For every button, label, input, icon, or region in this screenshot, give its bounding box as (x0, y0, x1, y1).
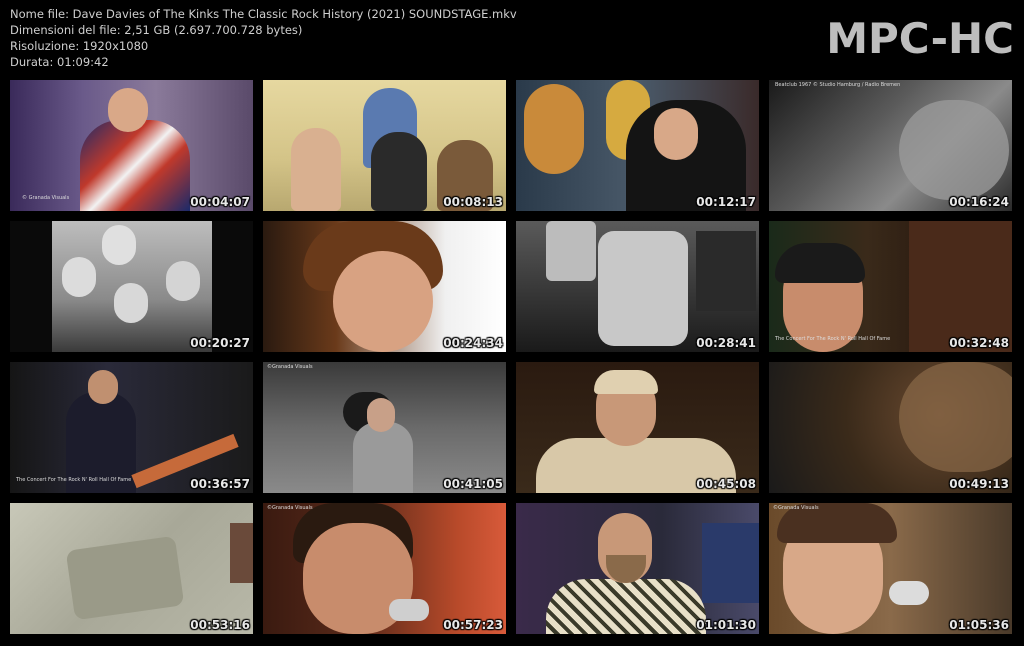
thumbnail-6[interactable]: 00:24:34 (263, 221, 506, 352)
thumbnail-overlay-text: Beatclub 1967 © Studio Hamburg / Radio B… (775, 82, 901, 88)
band-member (371, 132, 427, 211)
thumbnail-5[interactable]: 00:20:27 (10, 221, 253, 352)
thumbnail-timestamp: 00:08:13 (443, 195, 503, 209)
cymbal-close-up (899, 362, 1012, 472)
file-size-line: Dimensioni del file: 2,51 GB (2.697.700.… (10, 23, 303, 37)
thumbnail-timestamp: 00:24:34 (443, 336, 503, 350)
close-up-face (333, 251, 433, 352)
drum-stand (696, 231, 756, 311)
thumbnail-overlay-text: ©Granada Visuals (267, 505, 313, 511)
thumbnail-overlay-text: © Granada Visuals (22, 195, 70, 201)
thumbnail-grid: © Granada Visuals 00:04:07 00:08:13 00:1… (10, 80, 1014, 635)
mpc-hc-logo: MPC-HC (826, 14, 1014, 63)
band-member (291, 128, 341, 211)
thumbnail-2[interactable]: 00:08:13 (263, 80, 506, 211)
thumbnail-timestamp: 00:53:16 (190, 618, 250, 632)
thumbnail-7[interactable]: 00:28:41 (516, 221, 759, 352)
hair (594, 370, 658, 394)
thumbnail-timestamp: 00:04:07 (190, 195, 250, 209)
thumbnail-timestamp: 00:12:17 (696, 195, 756, 209)
file-name-line: Nome file: Dave Davies of The Kinks The … (10, 7, 517, 21)
thumbnail-13[interactable]: 00:53:16 (10, 503, 253, 634)
thumbnail-15[interactable]: 01:01:30 (516, 503, 759, 634)
thumbnail-overlay-text: ©Granada Visuals (773, 505, 819, 511)
thumbnail-10[interactable]: ©Granada Visuals 00:41:05 (263, 362, 506, 493)
microphone (889, 581, 929, 605)
thumbnail-timestamp: 00:45:08 (696, 477, 756, 491)
band-member (102, 225, 136, 265)
thumbnail-timestamp: 01:01:30 (696, 618, 756, 632)
thumbnail-timestamp: 00:49:13 (949, 477, 1009, 491)
thumbnail-timestamp: 00:16:24 (949, 195, 1009, 209)
band-member (166, 261, 200, 301)
thumbnail-overlay-text: The Concert For The Rock N' Roll Hall Of… (775, 336, 891, 342)
thumbnail-9[interactable]: The Concert For The Rock N' Roll Hall Of… (10, 362, 253, 493)
thumbnail-4[interactable]: Beatclub 1967 © Studio Hamburg / Radio B… (769, 80, 1012, 211)
thumbnail-1[interactable]: © Granada Visuals 00:04:07 (10, 80, 253, 211)
performer-face (88, 370, 118, 404)
thumbnail-overlay-text: The Concert For The Rock N' Roll Hall Of… (16, 477, 132, 483)
thumbnail-8[interactable]: The Concert For The Rock N' Roll Hall Of… (769, 221, 1012, 352)
duration-line: Durata: 01:09:42 (10, 55, 109, 69)
resolution-line: Risoluzione: 1920x1080 (10, 39, 149, 53)
thumbnail-12[interactable]: 00:49:13 (769, 362, 1012, 493)
thumbnail-14[interactable]: ©Granada Visuals 00:57:23 (263, 503, 506, 634)
background-person (909, 221, 1012, 352)
thumbnail-timestamp: 00:41:05 (443, 477, 503, 491)
thumbnail-timestamp: 00:32:48 (949, 336, 1009, 350)
interviewee-face (654, 108, 698, 160)
shoe (230, 523, 253, 583)
patterned-shirt (546, 579, 706, 634)
thumbnail-timestamp: 00:36:57 (190, 477, 250, 491)
file-info-panel: Nome file: Dave Davies of The Kinks The … (10, 6, 517, 70)
studio-camera (598, 231, 688, 346)
performer-body (353, 422, 413, 493)
thumbnail-timestamp: 01:05:36 (949, 618, 1009, 632)
thumbnail-timestamp: 00:57:23 (443, 618, 503, 632)
microphone (389, 599, 429, 621)
performer-face (367, 398, 395, 432)
guitar-on-wall (524, 84, 584, 174)
thumbnail-overlay-text: ©Granada Visuals (267, 364, 313, 370)
hair (775, 243, 865, 283)
drum-kit (546, 221, 596, 281)
thumbnail-3[interactable]: 00:12:17 (516, 80, 759, 211)
thumbnail-timestamp: 00:28:41 (696, 336, 756, 350)
union-jack-jacket (80, 120, 190, 211)
close-up-hand (899, 100, 1009, 200)
studio-equipment (702, 523, 759, 603)
performer-head (108, 88, 148, 132)
thumbnail-timestamp: 00:20:27 (190, 336, 250, 350)
band-member (62, 257, 96, 297)
band-member (114, 283, 148, 323)
thumbnail-16[interactable]: ©Granada Visuals 01:05:36 (769, 503, 1012, 634)
thumbnail-11[interactable]: 00:45:08 (516, 362, 759, 493)
